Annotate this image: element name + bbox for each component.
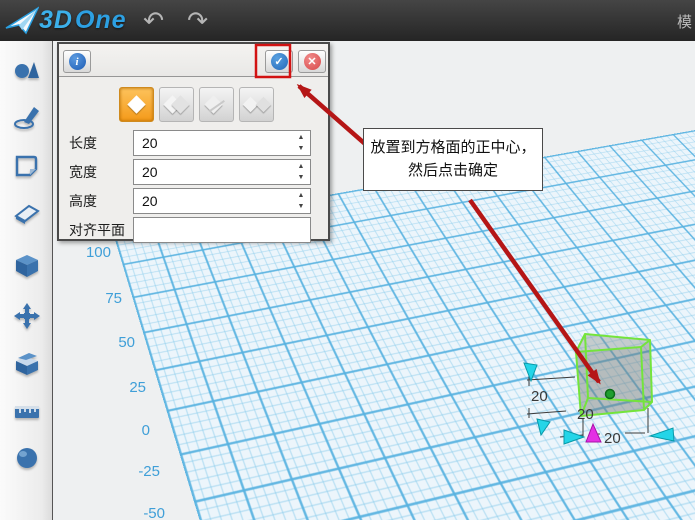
confirm-button[interactable]: ✓ bbox=[265, 50, 293, 73]
spinner-up-icon[interactable]: ▲ bbox=[294, 161, 308, 172]
mode-diamond-center-button[interactable] bbox=[119, 87, 154, 122]
axis-label: 75 bbox=[90, 290, 122, 307]
basic-solids-icon bbox=[13, 54, 41, 82]
align-plane-row: 对齐平面 bbox=[67, 215, 328, 244]
height-label: 高度 bbox=[67, 191, 133, 211]
width-row: 宽度 ▲ ▼ bbox=[67, 157, 328, 186]
width-spinner[interactable]: ▲ ▼ bbox=[294, 161, 308, 183]
app-window: 3DOne ↶ ↷ 模 bbox=[0, 0, 695, 520]
menu-partial-label: 模 bbox=[677, 11, 695, 32]
mode-diamond-span-button[interactable] bbox=[239, 87, 274, 122]
sidebar-item-basic-solids[interactable] bbox=[13, 54, 41, 82]
axis-label: -25 bbox=[128, 463, 160, 480]
height-spinner[interactable]: ▲ ▼ bbox=[294, 190, 308, 212]
axis-label: 50 bbox=[103, 334, 135, 351]
axis-label: 100 bbox=[79, 244, 111, 261]
dialog-body: 长度 ▲ ▼ 宽度 ▲ ▼ bbox=[59, 77, 328, 244]
sketch-plane-icon bbox=[13, 152, 41, 180]
length-row: 长度 ▲ ▼ bbox=[67, 128, 328, 157]
sidebar-item-sketch[interactable] bbox=[13, 103, 41, 131]
tutorial-callout: 放置到方格面的正中心，然后点击确定 bbox=[363, 128, 543, 191]
height-input[interactable] bbox=[134, 189, 310, 213]
axis-label: 0 bbox=[118, 422, 150, 439]
axis-label: -50 bbox=[133, 505, 165, 520]
cancel-x-icon: ✕ bbox=[304, 53, 321, 70]
spinner-down-icon[interactable]: ▼ bbox=[294, 172, 308, 183]
logo-text: 3DOne bbox=[39, 6, 127, 35]
sidebar-item-material[interactable] bbox=[13, 444, 41, 472]
redo-icon: ↷ bbox=[187, 7, 208, 35]
align-plane-input[interactable] bbox=[134, 218, 310, 242]
mode-diamond-diagonal-button[interactable] bbox=[199, 87, 234, 122]
undo-icon: ↶ bbox=[143, 7, 164, 35]
height-row: 高度 ▲ ▼ bbox=[67, 186, 328, 215]
length-label: 长度 bbox=[67, 133, 133, 153]
length-input[interactable] bbox=[134, 131, 310, 155]
info-button[interactable]: i bbox=[63, 50, 91, 73]
box-parameters-dialog: i ✓ ✕ 长度 ▲ ▼ bbox=[57, 42, 330, 241]
measure-icon bbox=[13, 397, 41, 425]
eraser-icon bbox=[13, 198, 41, 226]
move-icon bbox=[13, 302, 41, 330]
sidebar-item-move[interactable] bbox=[13, 302, 41, 330]
feature-cube-icon bbox=[13, 252, 41, 280]
spinner-down-icon[interactable]: ▼ bbox=[294, 201, 308, 212]
width-label: 宽度 bbox=[67, 162, 133, 182]
sidebar-item-sketch-plane[interactable] bbox=[13, 152, 41, 180]
paper-plane-logo-icon bbox=[5, 6, 39, 36]
mode-diamond-pair-button[interactable] bbox=[159, 87, 194, 122]
combine-icon bbox=[13, 349, 41, 377]
tool-sidebar bbox=[0, 41, 53, 520]
cancel-button[interactable]: ✕ bbox=[298, 50, 326, 73]
undo-button[interactable]: ↶ bbox=[137, 6, 171, 36]
spinner-down-icon[interactable]: ▼ bbox=[294, 143, 308, 154]
sidebar-item-measure[interactable] bbox=[13, 397, 41, 425]
info-icon: i bbox=[69, 53, 86, 70]
material-sphere-icon bbox=[13, 444, 41, 472]
sketch-pen-icon bbox=[13, 103, 41, 131]
diamond-center-icon bbox=[127, 95, 145, 113]
align-plane-label: 对齐平面 bbox=[67, 220, 133, 240]
dialog-header[interactable]: i ✓ ✕ bbox=[59, 44, 328, 77]
callout-text: 放置到方格面的正中心，然后点击确定 bbox=[370, 139, 535, 179]
spinner-up-icon[interactable]: ▲ bbox=[294, 190, 308, 201]
length-spinner[interactable]: ▲ ▼ bbox=[294, 132, 308, 154]
spinner-up-icon[interactable]: ▲ bbox=[294, 132, 308, 143]
toolbar: 3DOne ↶ ↷ 模 bbox=[0, 0, 695, 41]
confirm-check-icon: ✓ bbox=[271, 53, 288, 70]
axis-label: 25 bbox=[114, 379, 146, 396]
sidebar-item-combine[interactable] bbox=[13, 349, 41, 377]
sidebar-item-features[interactable] bbox=[13, 252, 41, 280]
box-mode-row bbox=[119, 87, 328, 122]
app-logo: 3DOne bbox=[5, 6, 127, 36]
sidebar-item-eraser[interactable] bbox=[13, 198, 41, 226]
width-input[interactable] bbox=[134, 160, 310, 184]
redo-button[interactable]: ↷ bbox=[181, 6, 215, 36]
